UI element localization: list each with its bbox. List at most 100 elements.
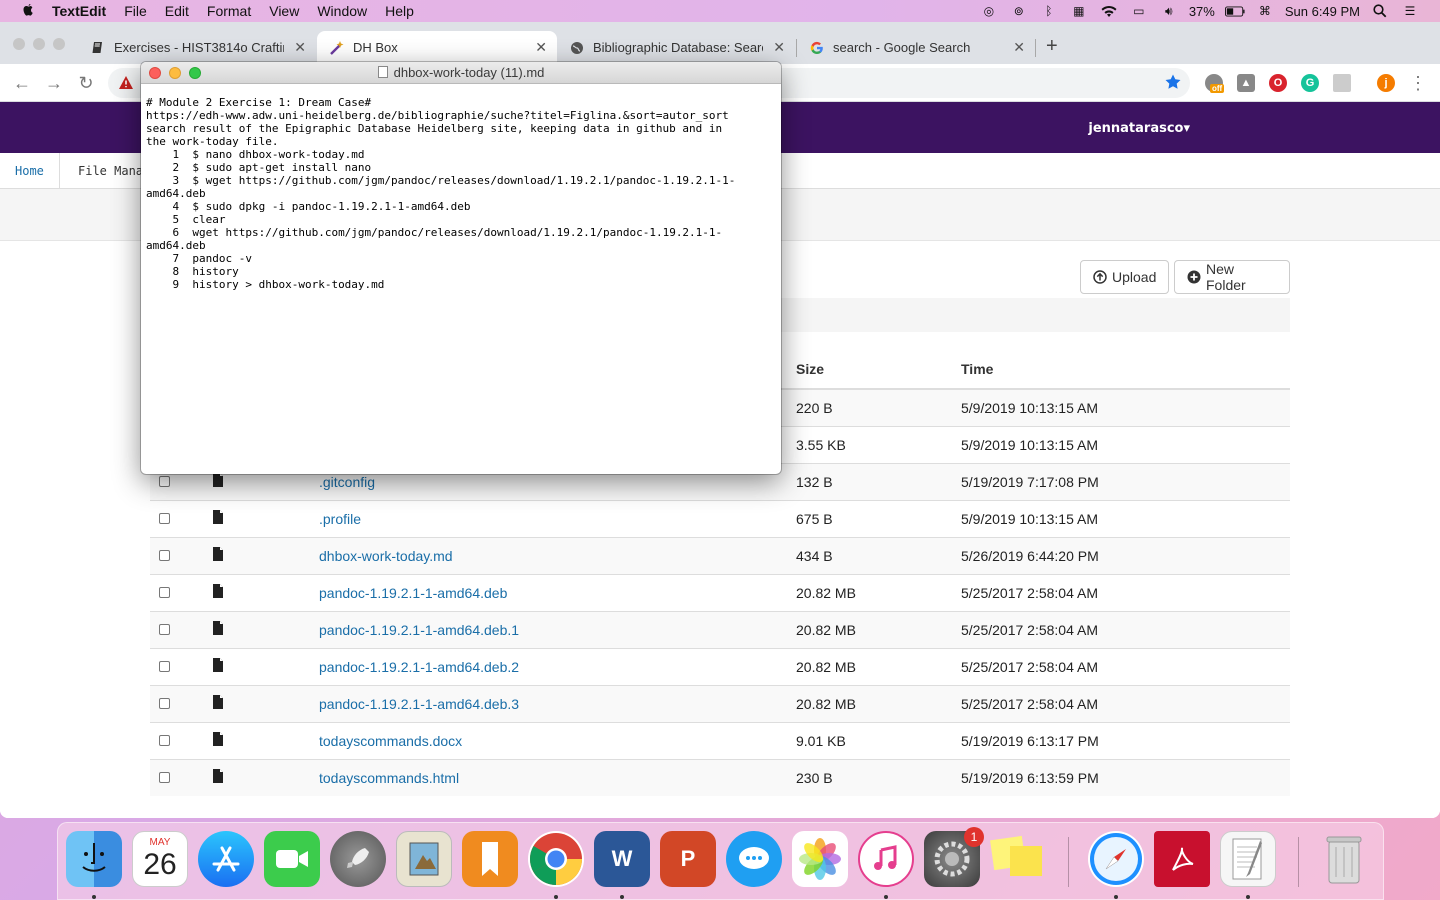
row-checkbox[interactable] — [159, 586, 170, 598]
row-checkbox[interactable] — [159, 771, 170, 783]
file-name-link[interactable]: .gitconfig — [319, 474, 375, 490]
row-checkbox[interactable] — [159, 475, 170, 487]
close-icon[interactable]: ✕ — [1013, 39, 1025, 56]
close-icon[interactable]: ✕ — [294, 39, 306, 56]
textedit-close-button[interactable] — [149, 67, 161, 79]
word-icon[interactable]: W — [594, 831, 650, 887]
opera-extension-icon[interactable]: O — [1269, 74, 1287, 92]
file-name-link[interactable]: pandoc-1.19.2.1-1-amd64.deb.2 — [319, 659, 519, 675]
menu-help[interactable]: Help — [385, 3, 414, 19]
row-checkbox[interactable] — [159, 660, 170, 672]
row-checkbox[interactable] — [159, 549, 170, 561]
table-row[interactable]: .profile 675 B 5/9/2019 10:13:15 AM — [150, 499, 1290, 537]
table-row[interactable]: pandoc-1.19.2.1-1-amd64.deb 20.82 MB 5/25/… — [150, 573, 1290, 611]
close-icon[interactable]: ✕ — [773, 39, 785, 56]
row-checkbox[interactable] — [159, 623, 170, 635]
header-size[interactable]: Size — [796, 350, 961, 390]
textedit-titlebar[interactable]: dhbox-work-today (11).md — [141, 62, 781, 84]
user-dropdown[interactable]: jennatarasco▾ — [1088, 121, 1190, 136]
textedit-icon[interactable] — [1220, 831, 1276, 887]
messages-icon[interactable] — [726, 831, 782, 887]
profile-avatar[interactable]: j — [1377, 74, 1395, 92]
chrome-close-button[interactable] — [13, 38, 25, 50]
file-name-link[interactable]: todayscommands.docx — [319, 733, 462, 749]
bookmark-star-icon[interactable] — [1164, 73, 1182, 94]
tab-bibliographic[interactable]: Bibliographic Database: Search ✕ — [557, 31, 795, 64]
chrome-icon[interactable] — [528, 831, 584, 887]
close-icon[interactable]: ✕ — [535, 39, 547, 56]
creative-cloud-icon[interactable]: ◎ — [979, 4, 999, 18]
chrome-zoom-button[interactable] — [53, 38, 65, 50]
menubar-clock[interactable]: Sun 6:49 PM — [1285, 4, 1360, 19]
file-name-link[interactable]: pandoc-1.19.2.1-1-amd64.deb.3 — [319, 696, 519, 712]
spotlight-icon[interactable] — [1370, 4, 1390, 18]
row-checkbox[interactable] — [159, 697, 170, 709]
menu-edit[interactable]: Edit — [165, 3, 189, 19]
grammarly-icon[interactable]: G — [1301, 74, 1319, 92]
finder-icon[interactable] — [66, 831, 122, 887]
launchpad-icon[interactable] — [330, 831, 386, 887]
menu-file[interactable]: File — [124, 3, 147, 19]
facetime-icon[interactable] — [264, 831, 320, 887]
table-row[interactable]: pandoc-1.19.2.1-1-amd64.deb.1 20.82 MB 5/2… — [150, 610, 1290, 648]
stickies-icon[interactable] — [990, 831, 1046, 887]
header-time[interactable]: Time — [961, 350, 1290, 390]
menu-format[interactable]: Format — [207, 3, 251, 19]
app-menu-textedit[interactable]: TextEdit — [52, 3, 106, 19]
file-name-link[interactable]: .profile — [319, 511, 361, 527]
new-folder-button[interactable]: New Folder — [1174, 260, 1290, 294]
back-icon[interactable]: ← — [12, 73, 32, 93]
menu-window[interactable]: Window — [317, 3, 367, 19]
row-checkbox[interactable] — [159, 734, 170, 746]
new-tab-button[interactable]: + — [1046, 36, 1058, 56]
menu-kebab-icon[interactable]: ⋮ — [1408, 73, 1428, 93]
acrobat-icon[interactable] — [1154, 831, 1210, 887]
tab-google-search[interactable]: search - Google Search ✕ — [797, 31, 1035, 64]
textedit-minimize-button[interactable] — [169, 67, 181, 79]
not-secure-warning-icon[interactable] — [118, 75, 134, 93]
drive-extension-icon[interactable]: ▲ — [1237, 74, 1255, 92]
sync-icon[interactable]: ⊚ — [1009, 4, 1029, 18]
table-row[interactable]: pandoc-1.19.2.1-1-amd64.deb.3 20.82 MB 5/2… — [150, 684, 1290, 722]
powerpoint-icon[interactable]: P — [660, 831, 716, 887]
chrome-minimize-button[interactable] — [33, 38, 45, 50]
itunes-icon[interactable] — [858, 831, 914, 887]
wifi-icon[interactable] — [1099, 4, 1119, 18]
row-checkbox[interactable] — [159, 512, 170, 524]
forward-icon[interactable]: → — [44, 73, 64, 93]
table-row[interactable]: dhbox-work-today.md 434 B 5/26/2019 6:44:2… — [150, 536, 1290, 574]
bluetooth-icon[interactable]: ᛒ — [1039, 4, 1059, 18]
tab-home[interactable]: Home — [0, 153, 60, 189]
table-row[interactable]: todayscommands.docx 9.01 KB 5/19/2019 6:13… — [150, 721, 1290, 759]
airplay-icon[interactable]: ▭ — [1129, 4, 1149, 18]
menu-view[interactable]: View — [269, 3, 299, 19]
ibooks-icon[interactable] — [462, 831, 518, 887]
table-row[interactable]: todayscommands.html 230 B 5/19/2019 6:13:5… — [150, 758, 1290, 796]
calendar-icon[interactable]: MAY 26 — [132, 831, 188, 887]
tab-exercises[interactable]: Exercises - HIST3814o Crafting ✕ — [78, 31, 316, 64]
notification-center-icon[interactable]: ☰ — [1400, 4, 1420, 18]
photos-icon[interactable] — [792, 831, 848, 887]
apple-icon[interactable] — [20, 3, 36, 19]
input-source-icon[interactable]: ⌘ — [1255, 4, 1275, 18]
upload-button[interactable]: Upload — [1080, 260, 1170, 294]
file-name-link[interactable]: pandoc-1.19.2.1-1-amd64.deb.1 — [319, 622, 519, 638]
trash-icon[interactable] — [1316, 831, 1372, 887]
app-store-icon[interactable] — [198, 831, 254, 887]
reload-icon[interactable]: ↻ — [76, 73, 96, 93]
file-name-link[interactable]: dhbox-work-today.md — [319, 548, 453, 564]
extension-off-icon[interactable]: off — [1205, 74, 1225, 93]
tab-dh-box[interactable]: DH Box ✕ — [317, 31, 557, 64]
textedit-document-body[interactable]: # Module 2 Exercise 1: Dream Case# https… — [146, 96, 776, 291]
preview-icon[interactable] — [396, 831, 452, 887]
textedit-zoom-button[interactable] — [189, 67, 201, 79]
file-name-link[interactable]: todayscommands.html — [319, 770, 459, 786]
keyboard-icon[interactable]: ▦ — [1069, 4, 1089, 18]
volume-icon[interactable]: 🔊︎ — [1159, 4, 1179, 18]
table-row[interactable]: pandoc-1.19.2.1-1-amd64.deb.2 20.82 MB 5/2… — [150, 647, 1290, 685]
system-preferences-icon[interactable]: 1 — [924, 827, 984, 887]
battery-icon[interactable] — [1224, 4, 1245, 18]
file-name-link[interactable]: pandoc-1.19.2.1-1-amd64.deb — [319, 585, 507, 601]
cast-icon[interactable] — [1333, 74, 1351, 92]
safari-icon[interactable] — [1088, 831, 1144, 887]
